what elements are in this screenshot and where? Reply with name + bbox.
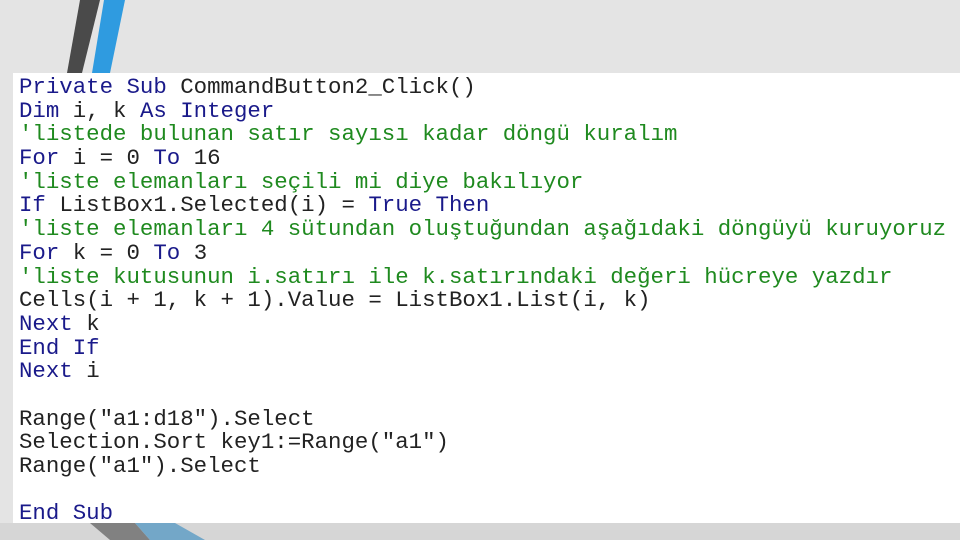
code-text: CommandButton2_Click()	[180, 74, 476, 100]
code-line: Selection.Sort key1:=Range("a1")	[19, 429, 960, 456]
code-line: 'liste elemanları 4 sütundan oluştuğunda…	[19, 216, 960, 243]
code-keyword: To	[153, 239, 194, 266]
code-line: End If	[19, 334, 960, 361]
code-keyword: Private Sub	[19, 74, 181, 100]
code-comment: 'liste kutusunun i.satırı ile k.satırınd…	[19, 263, 893, 290]
code-text: Range("a1:d18").Select	[19, 405, 315, 432]
code-comment: 'liste elemanları seçili mi diye bakılıy…	[19, 168, 584, 195]
code-comment: 'liste elemanları 4 sütundan oluştuğunda…	[19, 216, 947, 243]
code-keyword: Next	[19, 358, 87, 385]
code-keyword: For	[19, 145, 73, 172]
code-text: ListBox1.Selected(i) =	[59, 192, 369, 219]
code-comment: 'listede bulunan satır sayısı kadar döng…	[19, 121, 678, 148]
code-line: Range("a1").Select	[19, 453, 960, 479]
code-text: 16	[193, 145, 221, 172]
code-line: 'liste kutusunun i.satırı ile k.satırınd…	[19, 263, 960, 290]
code-line: Range("a1:d18").Select	[19, 405, 960, 432]
code-line: If ListBox1.Selected(i) = True Then	[19, 194, 960, 218]
code-line: Dim i, k As Integer	[19, 97, 960, 124]
code-text: Range("a1").Select	[19, 453, 261, 479]
code-line: 'liste elemanları seçili mi diye bakılıy…	[19, 168, 960, 195]
code-text: i	[86, 358, 100, 385]
code-line: For i = 0 To 16	[19, 145, 960, 172]
code-screenshot: Private Sub CommandButton2_Click() Dim i,…	[13, 73, 960, 526]
code-line: Next k	[19, 310, 960, 337]
code-text: i, k	[72, 97, 140, 124]
code-keyword: To	[153, 145, 194, 172]
code-line: Private Sub CommandButton2_Click()	[19, 74, 960, 100]
code-line: For k = 0 To 3	[19, 239, 960, 266]
code-text: Selection.Sort key1:=Range("a1")	[19, 429, 449, 456]
code-line: Cells(i + 1, k + 1).Value = ListBox1.Lis…	[19, 287, 960, 314]
code-keyword: For	[19, 239, 73, 266]
code-keyword: End If	[19, 334, 100, 361]
code-keyword: End Sub	[19, 500, 114, 527]
code-line: End Sub	[19, 502, 960, 526]
code-text: i = 0	[72, 145, 154, 172]
code-keyword: Next	[19, 310, 87, 337]
code-keyword: If	[19, 192, 60, 219]
code-text: 3	[193, 239, 208, 266]
code-line: Next i	[19, 358, 960, 385]
code-keyword: Dim	[19, 97, 73, 124]
code-text: Cells(i + 1, k + 1).Value = ListBox1.Lis…	[19, 287, 651, 314]
code-keyword: As Integer	[139, 97, 275, 124]
code-line: 'listede bulunan satır sayısı kadar döng…	[19, 123, 960, 147]
code-keyword: True Then	[368, 192, 490, 219]
code-text: k = 0	[72, 239, 154, 266]
code-text: k	[86, 310, 100, 337]
